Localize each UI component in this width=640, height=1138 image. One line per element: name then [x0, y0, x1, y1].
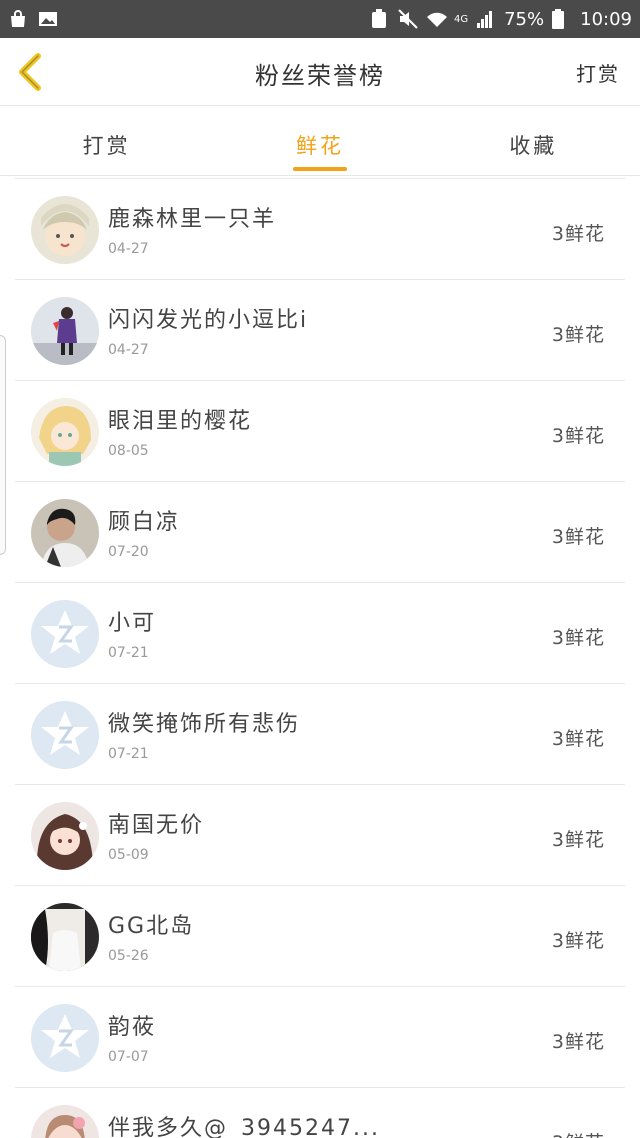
avatar — [31, 600, 99, 668]
fan-date: 05-26 — [108, 948, 149, 964]
fan-name: 顾白凉 — [108, 510, 181, 535]
avatar — [31, 1004, 99, 1072]
fan-date: 07-21 — [108, 645, 149, 661]
signal-label: 4G — [453, 13, 469, 25]
battery-icon — [552, 9, 572, 29]
list-item[interactable]: 韵莜 07-07 3鲜花 — [15, 986, 625, 1087]
list-item[interactable]: 伴我多久@_3945247... 3鲜花 — [15, 1087, 625, 1138]
tab-reward[interactable]: 打赏 — [0, 106, 213, 175]
list-item[interactable]: 顾白凉 07-20 3鲜花 — [15, 481, 625, 582]
list-item[interactable]: 微笑掩饰所有悲伤 07-21 3鲜花 — [15, 683, 625, 784]
avatar — [31, 701, 99, 769]
avatar — [31, 1105, 99, 1138]
fan-name: 南国无价 — [108, 813, 205, 838]
tab-flowers[interactable]: 鲜花 — [213, 106, 426, 175]
fan-name: 韵莜 — [108, 1015, 157, 1040]
list-item[interactable]: GG北岛 05-26 3鲜花 — [15, 885, 625, 986]
flower-count: 3鲜花 — [551, 728, 605, 750]
fan-name: 闪闪发光的小逗比i — [108, 308, 309, 333]
flower-count: 3鲜花 — [551, 223, 605, 245]
avatar — [31, 499, 99, 567]
flower-count: 3鲜花 — [551, 526, 605, 548]
fan-date: 07-21 — [108, 746, 149, 762]
fan-date: 04-27 — [108, 241, 149, 257]
fan-date: 08-05 — [108, 443, 149, 459]
fan-date: 07-07 — [108, 1049, 149, 1065]
tab-label: 鲜花 — [295, 134, 344, 158]
tab-favorites[interactable]: 收藏 — [427, 106, 640, 175]
fan-name: 伴我多久@_3945247... — [108, 1116, 380, 1138]
list-item[interactable]: 小可 07-21 3鲜花 — [15, 582, 625, 683]
flower-count: 3鲜花 — [551, 930, 605, 952]
flower-count: 3鲜花 — [551, 1031, 605, 1053]
tab-label: 收藏 — [509, 134, 558, 158]
status-bar: 4G 75% 10:09 — [0, 0, 640, 38]
fan-list: 鹿森林里一只羊 04-27 3鲜花 闪闪发光的小逗比i 04-27 3鲜花 眼泪里的樱花 08… — [0, 178, 640, 1138]
mute-icon — [398, 9, 418, 29]
wifi-icon — [426, 9, 447, 29]
battery-percent: 75% — [504, 8, 545, 30]
avatar — [31, 196, 99, 264]
list-item[interactable]: 鹿森林里一只羊 04-27 3鲜花 — [15, 178, 625, 279]
fan-name: 眼泪里的樱花 — [108, 409, 253, 434]
fan-date: 05-09 — [108, 847, 149, 863]
tab-label: 打赏 — [82, 134, 131, 158]
bag-icon — [8, 9, 28, 29]
avatar — [31, 903, 99, 971]
fan-name: GG北岛 — [108, 914, 195, 939]
avatar — [31, 297, 99, 365]
flower-count: 3鲜花 — [552, 1128, 605, 1138]
page-title: 粉丝荣誉榜 — [255, 62, 385, 90]
list-item[interactable]: 眼泪里的樱花 08-05 3鲜花 — [15, 380, 625, 481]
fan-name: 微笑掩饰所有悲伤 — [108, 712, 301, 737]
flower-count: 3鲜花 — [551, 324, 605, 346]
avatar — [31, 802, 99, 870]
fan-date: 07-20 — [108, 544, 149, 560]
tab-active-indicator — [292, 167, 347, 171]
list-item[interactable]: 闪闪发光的小逗比i 04-27 3鲜花 — [15, 279, 625, 380]
flower-count: 3鲜花 — [551, 425, 605, 447]
fan-name: 鹿森林里一只羊 — [108, 207, 277, 232]
clock: 10:09 — [580, 8, 632, 30]
avatar — [31, 398, 99, 466]
signal-icon — [476, 9, 496, 29]
fan-name: 小可 — [108, 611, 157, 636]
flower-count: 3鲜花 — [551, 829, 605, 851]
fan-date: 04-27 — [108, 342, 149, 358]
recycle-icon — [370, 9, 390, 29]
tab-bar: 打赏 鲜花 收藏 — [0, 106, 640, 176]
nav-header: 粉丝荣誉榜 打赏 — [0, 38, 640, 106]
list-item[interactable]: 南国无价 05-09 3鲜花 — [15, 784, 625, 885]
image-icon — [38, 9, 58, 29]
flower-count: 3鲜花 — [551, 627, 605, 649]
reward-button[interactable]: 打赏 — [576, 58, 620, 87]
